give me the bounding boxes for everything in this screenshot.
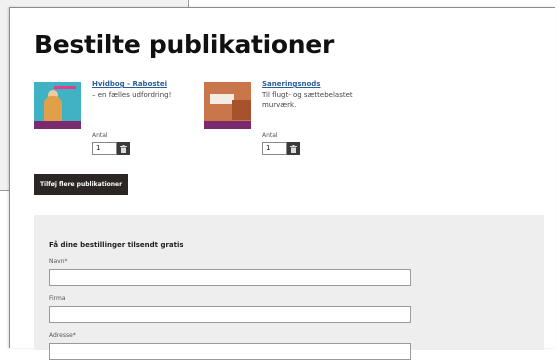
delete-button[interactable] [287, 142, 300, 155]
address-field[interactable] [49, 343, 411, 360]
add-more-publications-button[interactable]: Tilføj flere publikationer [34, 174, 128, 195]
quantity-input[interactable]: 1 [262, 142, 287, 155]
quantity-label: Antal [262, 132, 278, 139]
delete-button[interactable] [117, 142, 130, 155]
name-field-label: Navn* [49, 258, 68, 265]
company-field[interactable] [49, 306, 411, 323]
name-field[interactable] [49, 269, 411, 286]
publication-cover-image [34, 82, 81, 129]
form-heading: Få dine bestillinger tilsendt gratis [49, 241, 184, 249]
quantity-label: Antal [92, 132, 108, 139]
publication-title-link[interactable]: Saneringsnods [262, 80, 320, 88]
publication-title-link[interactable]: Hvidbog - Rabostei [92, 80, 167, 88]
shipping-form: Få dine bestillinger tilsendt gratis Nav… [34, 215, 544, 360]
trash-icon [120, 144, 127, 153]
publication-subtitle: – en fælles udfordring! [92, 91, 172, 99]
order-page: Bestilte publikationer Hvidbog - Raboste… [9, 7, 555, 360]
publication-cover-image [204, 82, 251, 129]
page-title: Bestilte publikationer [34, 30, 334, 59]
trash-icon [290, 144, 297, 153]
quantity-input[interactable]: 1 [92, 142, 117, 155]
publication-subtitle: Til flugt- og sættebelastet murværk. [262, 91, 353, 109]
company-field-label: Firma [49, 295, 66, 302]
